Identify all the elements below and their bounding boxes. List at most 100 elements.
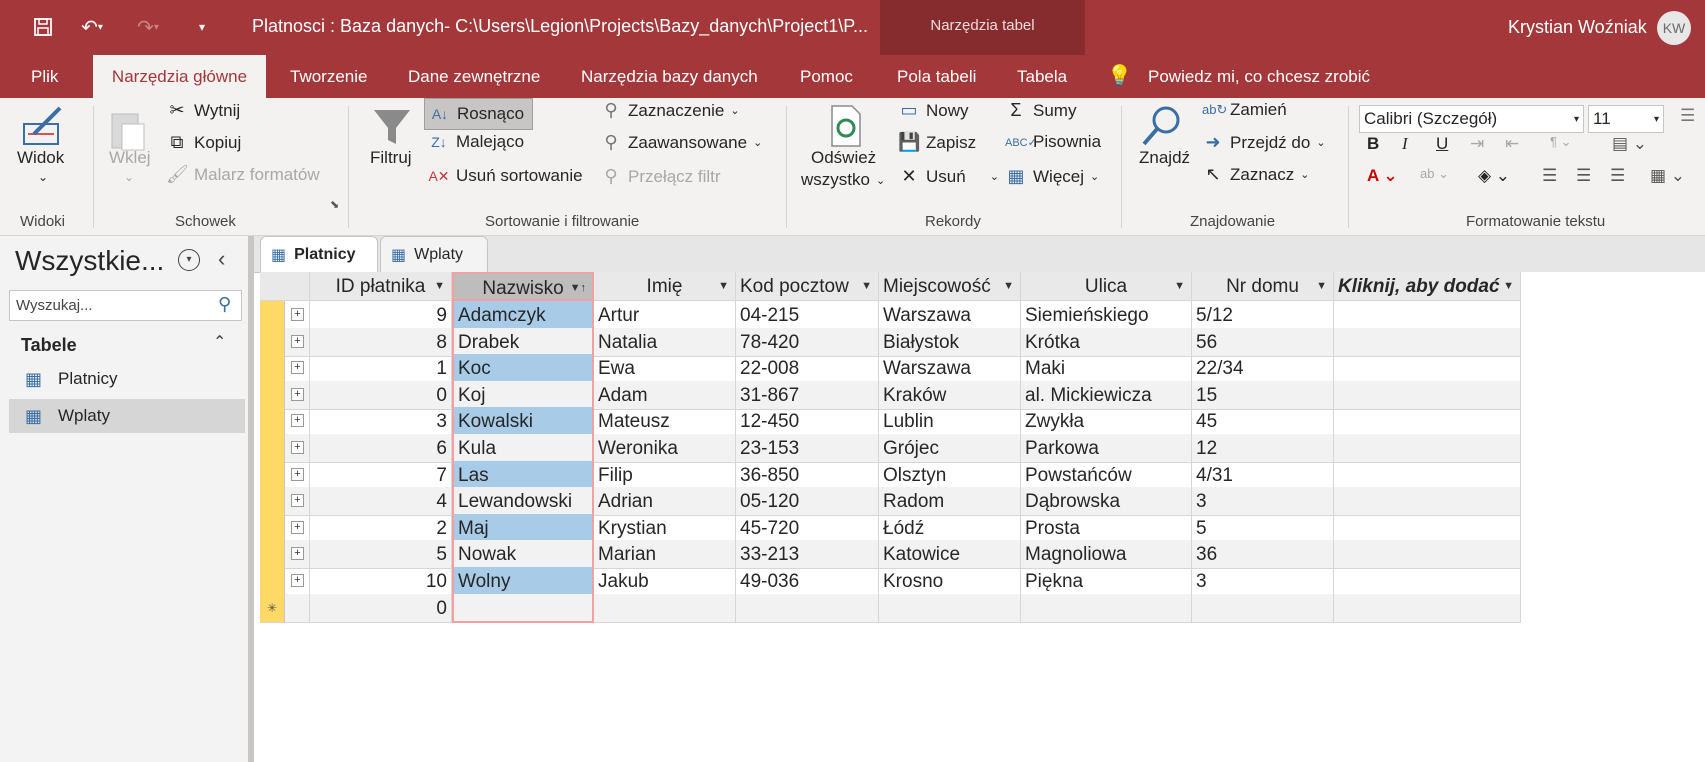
expand-plus-icon[interactable]: + xyxy=(291,441,304,454)
table-cell[interactable] xyxy=(452,593,594,623)
table-cell[interactable]: 15 xyxy=(1192,380,1334,410)
table-cell[interactable]: 45 xyxy=(1192,407,1334,437)
totals-button[interactable]: Σ Sumy xyxy=(1005,100,1076,121)
tab-external-data[interactable]: Dane zewnętrzne xyxy=(408,55,540,98)
expand-plus-icon[interactable]: + xyxy=(291,574,304,587)
record-selector[interactable] xyxy=(260,407,285,437)
customize-qat-icon[interactable]: ▾ xyxy=(190,12,214,42)
table-cell[interactable]: 04-215 xyxy=(736,301,879,330)
save-icon[interactable] xyxy=(28,12,58,42)
undo-icon[interactable]: ↶ ▾ xyxy=(72,12,112,42)
underline-icon[interactable]: U xyxy=(1436,134,1448,154)
table-cell[interactable]: Artur xyxy=(594,301,736,330)
user-name[interactable]: Krystian Woźniak xyxy=(1508,17,1647,38)
table-cell[interactable]: Piękna xyxy=(1021,567,1192,596)
add-field-cell[interactable] xyxy=(1334,593,1521,623)
bold-icon[interactable]: B xyxy=(1367,134,1379,154)
table-cell[interactable]: 0 xyxy=(310,593,452,623)
font-name-combo[interactable]: Calibri (Szczegół) ▾ xyxy=(1359,105,1584,133)
table-cell[interactable]: Natalia xyxy=(594,327,736,357)
table-cell[interactable]: al. Mickiewicza xyxy=(1021,380,1192,410)
table-cell[interactable]: 2 xyxy=(310,513,452,543)
expand-plus-icon[interactable]: + xyxy=(291,414,304,428)
selection-filter-button[interactable]: ⚲ Zaznaczenie ⌄ xyxy=(600,100,739,121)
chevron-up-icon[interactable]: ⌃ xyxy=(213,332,226,352)
table-cell[interactable]: 22/34 xyxy=(1192,354,1334,384)
avatar[interactable]: KW xyxy=(1657,11,1691,45)
record-selector[interactable] xyxy=(260,540,285,570)
record-selector[interactable] xyxy=(260,327,285,357)
table-cell[interactable]: Adamczyk xyxy=(452,301,594,330)
remove-sort-button[interactable]: A✕ Usuń sortowanie xyxy=(428,166,582,186)
expand-plus-icon[interactable]: + xyxy=(291,547,304,561)
table-cell[interactable]: 22-008 xyxy=(736,354,879,384)
table-cell[interactable]: 12-450 xyxy=(736,407,879,437)
table-cell[interactable] xyxy=(879,593,1021,623)
table-cell[interactable]: Weronika xyxy=(594,434,736,463)
table-cell[interactable]: Drabek xyxy=(452,327,594,357)
table-cell[interactable]: Powstańców xyxy=(1021,460,1192,490)
table-cell[interactable]: Magnoliowa xyxy=(1021,540,1192,570)
tell-me-box[interactable]: Powiedz mi, co chcesz zrobić xyxy=(1148,55,1370,98)
clipboard-launcher-icon[interactable]: ⬊ xyxy=(330,198,339,211)
new-record-button[interactable]: ▭ Nowy xyxy=(898,100,968,121)
tab-table[interactable]: Tabela xyxy=(1017,55,1067,98)
table-cell[interactable]: Maj xyxy=(452,513,594,543)
sort-ascending-button[interactable]: A↓ Rosnąco xyxy=(424,98,534,130)
column-header-nazwisko[interactable]: Nazwisko ▼↑ xyxy=(452,272,594,301)
table-cell[interactable]: Maki xyxy=(1021,354,1192,384)
tab-help[interactable]: Pomoc xyxy=(800,55,853,98)
nav-search-input[interactable]: Wyszukaj... xyxy=(9,290,242,321)
column-header-kod[interactable]: Kod pocztow ▼ xyxy=(736,272,879,301)
column-header-ulica[interactable]: Ulica ▼ xyxy=(1021,272,1192,301)
refresh-all-label-1[interactable]: Odśwież xyxy=(811,148,876,168)
nav-pane-title[interactable]: Wszystkie... xyxy=(15,245,164,277)
tab-home[interactable]: Narzędzia główne xyxy=(93,55,266,98)
fill-color-icon[interactable]: ◈ ⌄ xyxy=(1478,166,1510,186)
collapse-pane-icon[interactable]: ‹ xyxy=(218,246,225,272)
add-field-cell[interactable] xyxy=(1334,354,1521,384)
table-cell[interactable]: 8 xyxy=(310,327,452,357)
expand-plus-icon[interactable]: + xyxy=(291,308,304,321)
chevron-down-icon[interactable]: ▼ xyxy=(434,272,445,300)
alternate-row-color-icon[interactable]: ▦ ⌄ xyxy=(1650,166,1685,186)
table-cell[interactable]: 78-420 xyxy=(736,327,879,357)
table-cell[interactable]: 05-120 xyxy=(736,487,879,517)
table-cell[interactable]: 36 xyxy=(1192,540,1334,570)
table-cell[interactable] xyxy=(594,593,736,623)
chevron-down-icon[interactable]: ▼ xyxy=(1503,272,1514,300)
tab-database-tools[interactable]: Narzędzia bazy danych xyxy=(581,55,758,98)
table-cell[interactable]: Dąbrowska xyxy=(1021,487,1192,517)
table-cell[interactable]: 10 xyxy=(310,567,452,596)
chevron-down-icon[interactable]: ▼ xyxy=(1174,272,1185,300)
table-cell[interactable]: Adrian xyxy=(594,487,736,517)
advanced-filter-button[interactable]: ⚲ Zaawansowane ⌄ xyxy=(600,132,762,153)
table-cell[interactable] xyxy=(1192,593,1334,623)
chevron-down-icon[interactable]: ▼ xyxy=(1316,272,1327,300)
table-cell[interactable]: 5 xyxy=(1192,513,1334,543)
expand-plus-icon[interactable]: + xyxy=(291,494,304,508)
table-cell[interactable]: 4 xyxy=(310,487,452,517)
table-cell[interactable]: 23-153 xyxy=(736,434,879,463)
record-selector[interactable]: ✳ xyxy=(260,593,285,623)
cut-button[interactable]: ✂ Wytnij xyxy=(166,100,240,121)
add-field-cell[interactable] xyxy=(1334,460,1521,490)
select-button[interactable]: ↖ Zaznacz ⌄ xyxy=(1202,164,1309,185)
sort-ascending-indicator-icon[interactable]: ▼↑ xyxy=(570,274,586,299)
table-cell[interactable]: Wolny xyxy=(452,567,594,596)
table-cell[interactable]: Prosta xyxy=(1021,513,1192,543)
select-all-corner[interactable] xyxy=(260,272,310,301)
font-color-icon[interactable]: A ⌄ xyxy=(1367,166,1398,186)
table-cell[interactable]: 1 xyxy=(310,354,452,384)
table-cell[interactable]: Zwykła xyxy=(1021,407,1192,437)
table-cell[interactable] xyxy=(1021,593,1192,623)
column-header-add-field[interactable]: Kliknij, aby dodać ▼ xyxy=(1334,272,1521,301)
more-button[interactable]: ▦ Więcej ⌄ xyxy=(1005,166,1099,187)
table-cell[interactable]: Krosno xyxy=(879,567,1021,596)
table-cell[interactable]: 33-213 xyxy=(736,540,879,570)
table-cell[interactable]: 5 xyxy=(310,540,452,570)
table-cell[interactable]: Las xyxy=(452,460,594,490)
add-field-cell[interactable] xyxy=(1334,407,1521,437)
add-field-cell[interactable] xyxy=(1334,327,1521,357)
add-field-cell[interactable] xyxy=(1334,301,1521,330)
